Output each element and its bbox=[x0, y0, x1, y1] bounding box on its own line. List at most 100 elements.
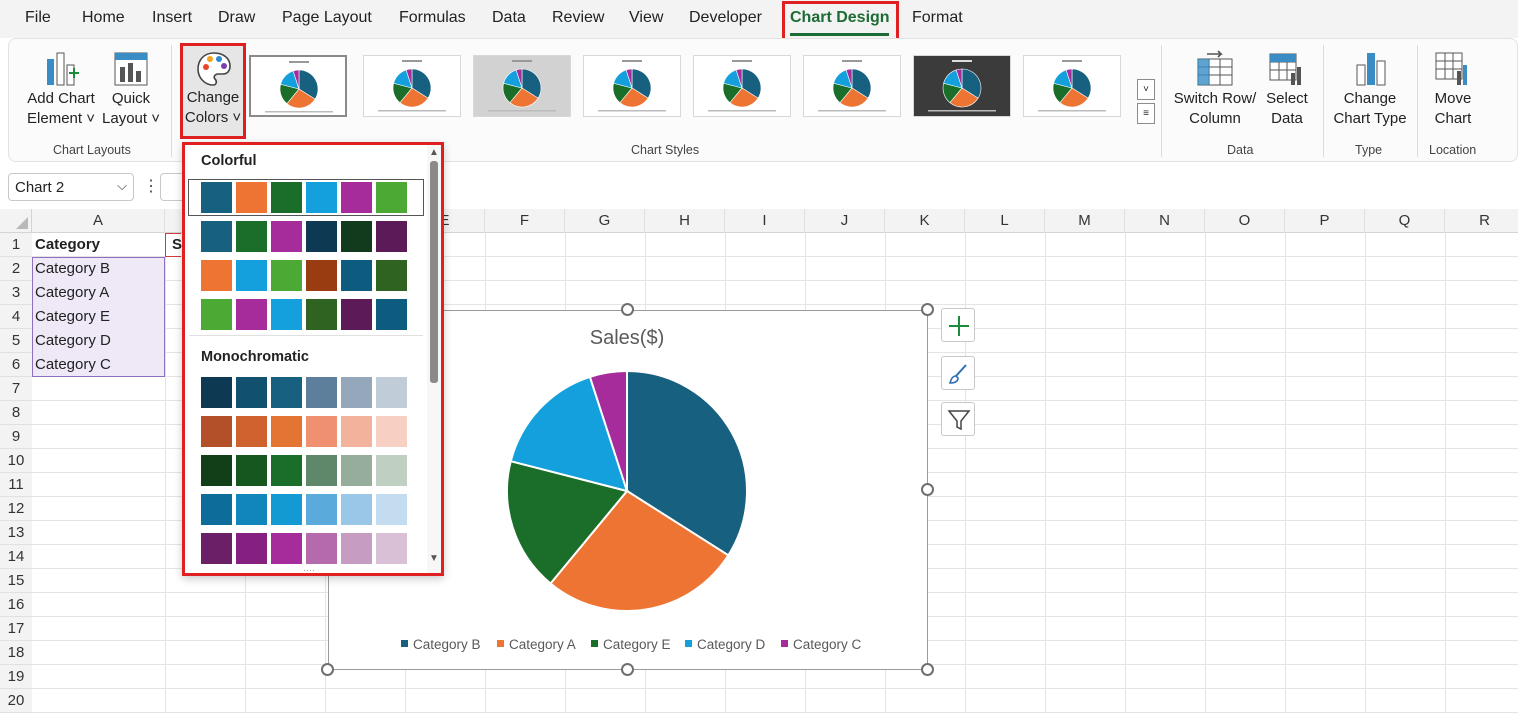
row-header-15[interactable]: 15 bbox=[0, 569, 32, 593]
column-header-j[interactable]: J bbox=[805, 209, 885, 233]
quick-layout-button[interactable]: Quick Layout ˅ bbox=[99, 89, 163, 129]
row-header-19[interactable]: 19 bbox=[0, 665, 32, 689]
chart-style-thumbnail[interactable] bbox=[803, 55, 901, 117]
category-cell[interactable]: Category C bbox=[32, 353, 165, 377]
menu-tab-insert[interactable]: Insert bbox=[152, 9, 192, 27]
chart-style-thumbnail[interactable] bbox=[583, 55, 681, 117]
chart-style-thumbnail[interactable] bbox=[1023, 55, 1121, 117]
monochromatic-palette-row[interactable] bbox=[199, 414, 411, 449]
row-header-14[interactable]: 14 bbox=[0, 545, 32, 569]
column-header-k[interactable]: K bbox=[885, 209, 965, 233]
row-header-10[interactable]: 10 bbox=[0, 449, 32, 473]
chart-style-thumbnail[interactable] bbox=[249, 55, 347, 117]
menu-tab-file[interactable]: File bbox=[25, 9, 51, 27]
row-header-9[interactable]: 9 bbox=[0, 425, 32, 449]
switch-row-column-button[interactable]: Switch Row/Column bbox=[1169, 89, 1261, 129]
legend-entry[interactable]: Category E bbox=[591, 637, 671, 652]
chart-resize-handle[interactable] bbox=[921, 303, 934, 316]
menu-tab-page-layout[interactable]: Page Layout bbox=[282, 9, 372, 27]
row-header-2[interactable]: 2 bbox=[0, 257, 32, 281]
cell-a1[interactable]: Category bbox=[32, 233, 165, 257]
column-header-h[interactable]: H bbox=[645, 209, 725, 233]
scroll-thumb[interactable] bbox=[430, 161, 438, 383]
row-header-5[interactable]: 5 bbox=[0, 329, 32, 353]
colorful-palette-row[interactable] bbox=[199, 180, 411, 215]
legend-entry[interactable]: Category A bbox=[497, 637, 576, 652]
monochromatic-palette-row[interactable] bbox=[199, 492, 411, 527]
row-header-18[interactable]: 18 bbox=[0, 641, 32, 665]
chart-styles-button[interactable] bbox=[941, 356, 975, 390]
row-header-20[interactable]: 20 bbox=[0, 689, 32, 713]
column-header-m[interactable]: M bbox=[1045, 209, 1125, 233]
row-header-6[interactable]: 6 bbox=[0, 353, 32, 377]
row-header-3[interactable]: 3 bbox=[0, 281, 32, 305]
chart-resize-handle[interactable] bbox=[921, 663, 934, 676]
row-header-17[interactable]: 17 bbox=[0, 617, 32, 641]
row-header-8[interactable]: 8 bbox=[0, 401, 32, 425]
column-header-f[interactable]: F bbox=[485, 209, 565, 233]
gallery-scroll-down[interactable]: ˅ bbox=[1137, 79, 1155, 100]
column-header-n[interactable]: N bbox=[1125, 209, 1205, 233]
menu-tab-developer[interactable]: Developer bbox=[689, 9, 762, 27]
column-header-a[interactable]: A bbox=[32, 209, 165, 233]
row-header-7[interactable]: 7 bbox=[0, 377, 32, 401]
chart-elements-button[interactable] bbox=[941, 308, 975, 342]
chart-style-thumbnail[interactable] bbox=[693, 55, 791, 117]
menu-tab-format[interactable]: Format bbox=[912, 9, 963, 27]
row-header-16[interactable]: 16 bbox=[0, 593, 32, 617]
select-data-button[interactable]: Select Data bbox=[1259, 89, 1315, 129]
legend-entry[interactable]: Category D bbox=[685, 637, 766, 652]
menu-tab-draw[interactable]: Draw bbox=[218, 9, 255, 27]
column-header-q[interactable]: Q bbox=[1365, 209, 1445, 233]
more-options-icon[interactable]: ⋮ bbox=[143, 176, 159, 196]
scroll-up-arrow[interactable]: ▲ bbox=[429, 147, 439, 158]
gallery-more[interactable]: ≡ bbox=[1137, 103, 1155, 124]
category-cell[interactable]: Category A bbox=[32, 281, 165, 305]
category-cell[interactable]: Category E bbox=[32, 305, 165, 329]
chart-resize-handle[interactable] bbox=[621, 303, 634, 316]
column-header-r[interactable]: R bbox=[1445, 209, 1518, 233]
move-chart-button[interactable]: Move Chart bbox=[1427, 89, 1479, 129]
change-colors-button[interactable]: Change Colors ˅ bbox=[180, 43, 246, 139]
chart-style-thumbnail[interactable] bbox=[473, 55, 571, 117]
chart-filters-button[interactable] bbox=[941, 402, 975, 436]
monochromatic-palette-row[interactable] bbox=[199, 531, 411, 566]
menu-tab-view[interactable]: View bbox=[629, 9, 663, 27]
colorful-palette-row[interactable] bbox=[199, 297, 411, 332]
category-cell[interactable]: Category B bbox=[32, 257, 165, 281]
row-header-1[interactable]: 1 bbox=[0, 233, 32, 257]
scroll-down-arrow[interactable]: ▼ bbox=[429, 553, 439, 564]
row-header-4[interactable]: 4 bbox=[0, 305, 32, 329]
menu-tab-data[interactable]: Data bbox=[492, 9, 526, 27]
menu-tab-chart-design[interactable]: Chart Design bbox=[790, 9, 890, 27]
colorful-palette-row[interactable] bbox=[199, 219, 411, 254]
chart-style-thumbnail[interactable] bbox=[363, 55, 461, 117]
resize-grip[interactable]: ···· bbox=[303, 565, 315, 575]
column-header-l[interactable]: L bbox=[965, 209, 1045, 233]
select-all-corner[interactable] bbox=[0, 209, 32, 233]
legend-entry[interactable]: Category B bbox=[401, 637, 481, 652]
add-chart-element-button[interactable]: Add Chart Element ˅ bbox=[23, 89, 99, 129]
row-header-11[interactable]: 11 bbox=[0, 473, 32, 497]
menu-tab-formulas[interactable]: Formulas bbox=[399, 9, 466, 27]
chart-title[interactable]: Sales($) bbox=[590, 327, 664, 349]
name-box[interactable]: Chart 2 ⌵ bbox=[8, 173, 134, 201]
chart-resize-handle[interactable] bbox=[921, 483, 934, 496]
category-cell[interactable]: Category D bbox=[32, 329, 165, 353]
chart-resize-handle[interactable] bbox=[321, 663, 334, 676]
column-header-i[interactable]: I bbox=[725, 209, 805, 233]
monochromatic-palette-row[interactable] bbox=[199, 453, 411, 488]
row-header-12[interactable]: 12 bbox=[0, 497, 32, 521]
row-header-13[interactable]: 13 bbox=[0, 521, 32, 545]
menu-tab-review[interactable]: Review bbox=[552, 9, 604, 27]
column-header-o[interactable]: O bbox=[1205, 209, 1285, 233]
chart-resize-handle[interactable] bbox=[621, 663, 634, 676]
change-chart-type-button[interactable]: Change Chart Type bbox=[1327, 89, 1413, 129]
dropdown-scrollbar[interactable]: ▲ ▼ bbox=[427, 145, 441, 573]
monochromatic-palette-row[interactable] bbox=[199, 375, 411, 410]
column-header-p[interactable]: P bbox=[1285, 209, 1365, 233]
chart-style-thumbnail[interactable] bbox=[913, 55, 1011, 117]
menu-tab-home[interactable]: Home bbox=[82, 9, 125, 27]
colorful-palette-row[interactable] bbox=[199, 258, 411, 293]
column-header-g[interactable]: G bbox=[565, 209, 645, 233]
